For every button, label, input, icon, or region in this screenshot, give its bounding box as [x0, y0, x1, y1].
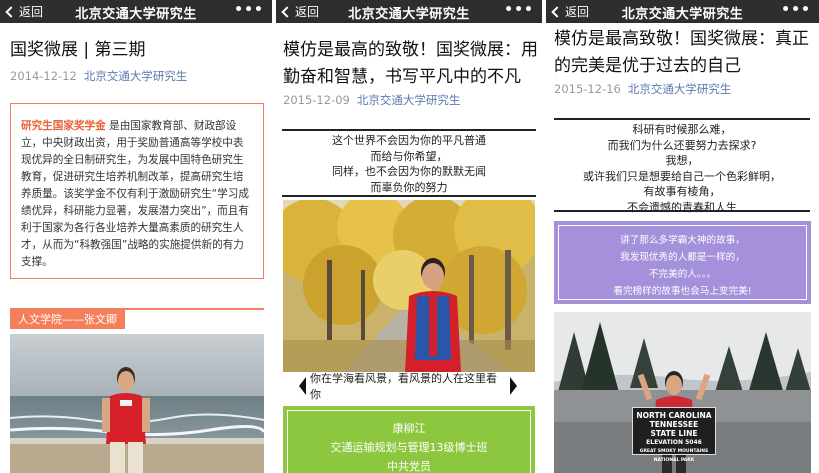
publish-date: 2015-12-16 [554, 82, 621, 96]
more-options-icon[interactable]: ••• [781, 2, 811, 18]
account-link[interactable]: 北京交通大学研究生 [84, 69, 188, 83]
more-options-icon[interactable]: ••• [234, 2, 264, 18]
nav-bar: 返回 北京交通大学研究生 ••• [546, 0, 819, 23]
poem-line: 而给与你希望， [370, 149, 448, 163]
poem-line: 这个世界不会因为你的平凡普通 [332, 134, 486, 147]
intro-highlight: 研究生国家奖学金 [21, 120, 106, 132]
poem-line: 同样，也不会因为你的默默无闻 [332, 165, 486, 178]
article-meta: 2015-12-09 北京交通大学研究生 [283, 92, 460, 108]
nav-bar: 返回 北京交通大学研究生 ••• [276, 0, 542, 23]
account-link[interactable]: 北京交通大学研究生 [357, 93, 461, 107]
nav-title: 北京交通大学研究生 [348, 7, 470, 22]
article-title: 模仿是最高致敬！国奖微展：真正的完美是优于过去的自己 [554, 29, 809, 76]
intro-poem: 这个世界不会因为你的平凡普通 而给与你希望， 同样，也不会因为你的默默无闻 而辜… [282, 133, 536, 195]
photo-caption: 你在学海看风景，看风景的人在这里看你 [310, 372, 497, 401]
beach-photo [10, 334, 264, 473]
publish-date: 2014-12-12 [10, 69, 77, 83]
quote-line: 我发现优秀的人都是一样的， [620, 252, 745, 263]
nav-title: 北京交通大学研究生 [621, 7, 744, 22]
quote-line: 不完美的人。。。 [648, 269, 717, 280]
campus-photo [283, 200, 535, 372]
poem-line: 或许我们只是想要给自己一个色彩鲜明， [583, 169, 781, 183]
sign-line: NATIONAL PARK [653, 458, 695, 463]
poem-line: 而我们为什么还要努力去探求? [607, 138, 757, 152]
publish-date: 2015-12-09 [283, 93, 350, 107]
sign-line: STATE LINE [650, 429, 698, 438]
account-link[interactable]: 北京交通大学研究生 [628, 82, 732, 96]
intro-box: 研究生国家奖学金 是由国家教育部、财政部设立，中央财政出资，用于奖励普通高等学校… [10, 103, 264, 279]
profile-name: 康柳江 [392, 422, 426, 435]
intro-text: 是由国家教育部、财政部设立，中央财政出资，用于奖励普通高等学校中表现优异的全日制… [21, 120, 249, 268]
profile-program: 交通运输规划与管理13级博士班 [330, 441, 488, 454]
arrow-right-icon [510, 377, 517, 395]
quote-card: 讲了那么多学霸大神的故事， 我发现优秀的人都是一样的， 不完美的人。。。 看完榜… [554, 221, 811, 304]
profile-card: 康柳江 交通运输规划与管理13级博士班 中共党员 [283, 406, 535, 473]
article-title: 模仿是最高的致敬！国奖微展：用勤奋和智慧，书写平凡中的不凡 [283, 40, 538, 87]
state-line-sign: NORTH CAROLINA TENNESSEE STATE LINE ELEV… [632, 407, 716, 463]
article-panel-2: 返回 北京交通大学研究生 ••• 模仿是最高的致敬！国奖微展：用勤奋和智慧，书写… [276, 0, 542, 473]
quote-line: 讲了那么多学霸大神的故事， [620, 235, 745, 246]
poem-line: 而辜负你的努力 [370, 180, 448, 194]
sign-line: GREAT SMOKY MOUNTAINS [639, 449, 709, 454]
poem-top-rule [554, 118, 810, 120]
article-meta: 2014-12-12 北京交通大学研究生 [10, 68, 187, 84]
article-panel-3: 返回 北京交通大学研究生 ••• 模仿是最高致敬！国奖微展：真正的完美是优于过去… [546, 0, 819, 473]
nav-bar: 返回 北京交通大学研究生 ••• [0, 0, 272, 23]
quote-line: 看完榜样的故事也会马上变完美! [613, 286, 752, 297]
nav-title: 北京交通大学研究生 [75, 7, 197, 22]
poem-line: 科研有时候那么难， [632, 123, 732, 136]
poem-bottom-rule [554, 210, 810, 212]
poem-line: 我想， [665, 154, 699, 167]
sign-line: NORTH CAROLINA [636, 411, 712, 420]
profile-party: 中共党员 [387, 460, 431, 473]
sign-line: ELEVATION 5046 [646, 439, 702, 446]
poem-top-rule [282, 129, 536, 131]
article-meta: 2015-12-16 北京交通大学研究生 [554, 81, 731, 97]
poem-bottom-rule [282, 195, 536, 197]
section-tag: 人文学院——张文卿 [10, 310, 125, 329]
intro-poem: 科研有时候那么难， 而我们为什么还要努力去探求? 我想， 或许我们只是想要给自己… [554, 122, 810, 215]
arrow-left-icon [299, 377, 306, 395]
sign-line: TENNESSEE [649, 420, 699, 429]
article-title: 国奖微展 | 第三期 [10, 40, 146, 60]
more-options-icon[interactable]: ••• [504, 2, 534, 18]
mountain-photo: NORTH CAROLINA TENNESSEE STATE LINE ELEV… [554, 312, 811, 473]
article-panel-1: 返回 北京交通大学研究生 ••• 国奖微展 | 第三期 2014-12-12 北京… [0, 0, 272, 473]
poem-line: 不会遗憾的青春和人生 [627, 200, 737, 214]
poem-line: 有故事有棱角， [643, 185, 721, 198]
photo-caption-row: 你在学海看风景，看风景的人在这里看你 [299, 372, 517, 401]
